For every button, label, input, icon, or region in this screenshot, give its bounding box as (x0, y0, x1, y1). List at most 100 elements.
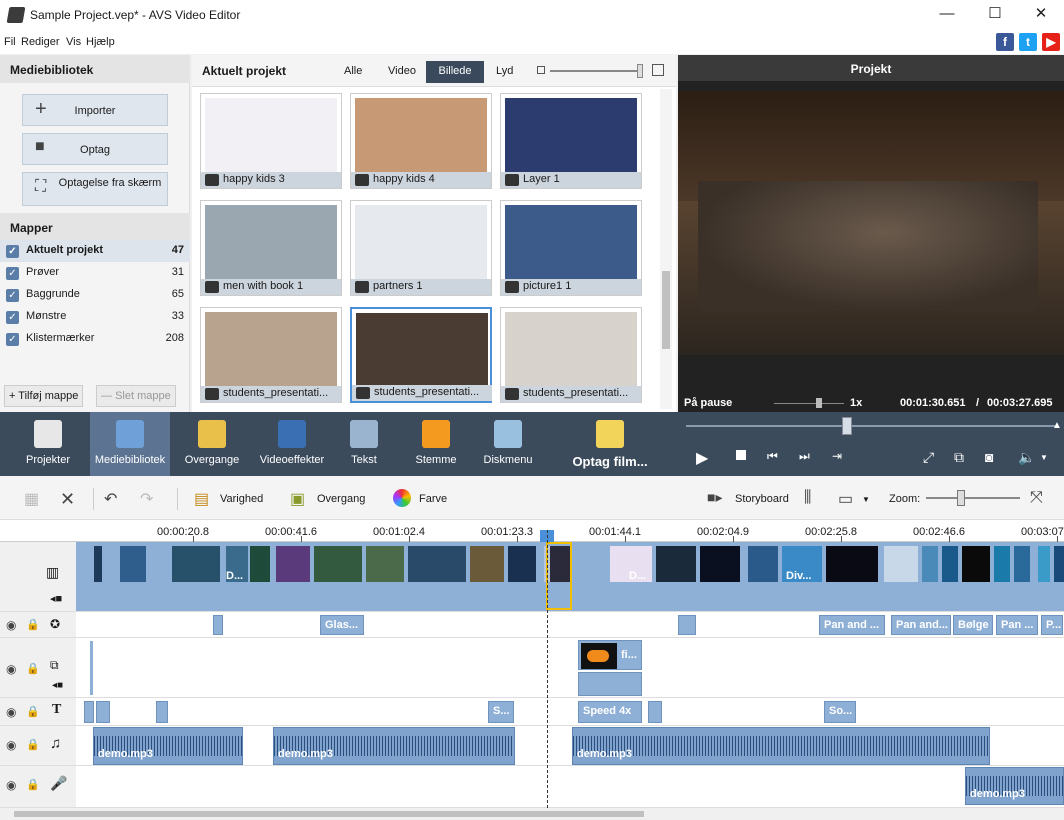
effect-clip[interactable]: Glas... (320, 615, 364, 635)
aspect-ratio-icon[interactable]: ▭ (838, 489, 853, 509)
lock-icon[interactable]: 🔒 (26, 705, 40, 718)
youtube-icon[interactable]: ▶ (1042, 33, 1060, 51)
effect-clip[interactable] (678, 615, 696, 635)
timeline-scrollbar[interactable] (0, 808, 1064, 820)
speed-slider-handle[interactable] (816, 398, 822, 408)
video-clip-thumbnail[interactable] (994, 546, 1010, 582)
large-thumb-icon[interactable] (652, 64, 664, 76)
duration-icon[interactable]: ▤ (194, 489, 209, 509)
twitter-icon[interactable]: t (1019, 33, 1037, 51)
stop-icon[interactable] (736, 450, 746, 460)
media-thumbnail[interactable]: partners 1 (350, 200, 492, 296)
eye-icon[interactable]: ◉ (6, 738, 16, 752)
redo-icon[interactable]: ↷ (140, 489, 153, 509)
expand-arrow-icon[interactable]: ▲ (1052, 420, 1062, 431)
seek-handle[interactable] (842, 417, 852, 435)
tool-videoeffekter[interactable]: Videoeffekter (252, 412, 332, 476)
folder-aktuelt-projekt[interactable]: ✓ Aktuelt projekt 47 (0, 240, 190, 262)
text-clip[interactable] (84, 701, 94, 723)
video-clip-thumbnail[interactable] (1038, 546, 1050, 582)
effect-clip[interactable]: Pan ... (996, 615, 1038, 635)
eye-icon[interactable]: ◉ (6, 778, 16, 792)
video-clip-thumbnail[interactable] (962, 546, 990, 582)
video-clip-thumbnail[interactable] (1014, 546, 1030, 582)
record-button[interactable]: ■ Optag (22, 133, 168, 165)
tab-video[interactable]: Video (380, 61, 424, 83)
volume-icon[interactable]: 🔈 (1018, 449, 1035, 466)
media-thumbnail[interactable]: students_presentati... (350, 307, 492, 403)
audio-clip[interactable]: demo.mp3 (273, 727, 515, 765)
menu-hjaelp[interactable]: Hjælp (86, 36, 115, 48)
tool-optag-film[interactable]: Optag film... (560, 412, 660, 476)
duration-button[interactable]: Varighed (220, 493, 263, 505)
media-thumbnail[interactable]: picture1 1 (500, 200, 642, 296)
media-thumbnail[interactable]: Layer 1 (500, 93, 642, 189)
transition-icon[interactable]: ▣ (290, 489, 305, 509)
media-thumbnail[interactable]: happy kids 4 (350, 93, 492, 189)
text-clip[interactable] (648, 701, 662, 723)
speed-slider[interactable] (774, 403, 844, 404)
video-clip-thumbnail[interactable] (942, 546, 958, 582)
effect-clip[interactable]: Bølge (953, 615, 993, 635)
video-clip-thumbnail[interactable] (508, 546, 536, 582)
tool-projekter[interactable]: Projekter (8, 412, 88, 476)
tab-billede[interactable]: Billede (426, 61, 484, 83)
text-clip[interactable]: Speed 4x (578, 701, 642, 723)
undo-icon[interactable]: ↶ (104, 489, 117, 509)
media-scrollbar[interactable] (660, 89, 672, 409)
aspect-chevron-icon[interactable]: ▼ (862, 495, 870, 504)
effect-clip[interactable] (213, 615, 223, 635)
split-icon[interactable]: ▦ (24, 489, 39, 509)
tool-diskmenu[interactable]: Diskmenu (468, 412, 548, 476)
video-clip-thumbnail[interactable] (250, 546, 270, 582)
effect-clip[interactable]: Pan and... (891, 615, 951, 635)
video-clip-thumbnail[interactable] (884, 546, 918, 582)
lock-icon[interactable]: 🔒 (26, 618, 40, 631)
thumb-size-slider[interactable] (550, 70, 642, 72)
effects-track[interactable]: Glas... Pan and ... Pan and... Bølge Pan… (76, 612, 1064, 638)
next-frame-icon[interactable]: ⏭ (799, 449, 810, 464)
video-clip-thumbnail[interactable] (120, 546, 146, 582)
video-clip-thumbnail[interactable] (314, 546, 362, 582)
preview-video-frame[interactable] (678, 91, 1064, 355)
video-clip-thumbnail[interactable] (1054, 546, 1064, 582)
music-track[interactable]: demo.mp3 demo.mp3 demo.mp3 (76, 726, 1064, 766)
lock-icon[interactable]: 🔒 (26, 738, 40, 751)
lock-icon[interactable]: 🔒 (26, 662, 40, 675)
audio-clip[interactable]: demo.mp3 (572, 727, 990, 765)
snapshot-icon[interactable]: ◙ (985, 449, 993, 465)
storyboard-button[interactable]: Storyboard (735, 493, 789, 505)
tool-mediebibliotek[interactable]: Mediebibliotek (90, 412, 170, 476)
zoom-fit-icon[interactable]: ⤧ (1030, 489, 1043, 507)
media-thumbnail[interactable]: happy kids 3 (200, 93, 342, 189)
video-clip-thumbnail[interactable] (94, 546, 102, 582)
detach-preview-icon[interactable]: ⧉ (954, 449, 964, 466)
text-clip[interactable] (156, 701, 168, 723)
overlay-mute-icon[interactable]: ◂■ (52, 680, 63, 691)
media-thumbnail[interactable]: men with book 1 (200, 200, 342, 296)
video-clip-thumbnail[interactable] (276, 546, 310, 582)
folder-monstre[interactable]: ✓ Mønstre 33 (0, 306, 190, 328)
video-clip-thumbnail[interactable] (408, 546, 466, 582)
media-scroll-thumb[interactable] (662, 271, 670, 349)
menu-fil[interactable]: Fil (4, 36, 16, 48)
eye-icon[interactable]: ◉ (6, 705, 16, 719)
eye-icon[interactable]: ◉ (6, 662, 16, 676)
video-track[interactable]: D... D... Div... (76, 542, 1064, 612)
facebook-icon[interactable]: f (996, 33, 1014, 51)
tool-overgange[interactable]: Overgange (172, 412, 252, 476)
import-button[interactable]: + Importer (22, 94, 168, 126)
menu-rediger[interactable]: Rediger (21, 36, 60, 48)
text-track[interactable]: S... Speed 4x So... (76, 698, 1064, 726)
selected-transition[interactable] (546, 542, 572, 610)
overlay-audio-clip[interactable] (578, 672, 642, 696)
go-to-marker-icon[interactable]: ⇥ (832, 449, 842, 463)
voice-track[interactable]: demo.mp3 (76, 766, 1064, 808)
maximize-button[interactable]: ☐ (972, 0, 1018, 30)
folder-klistermaerker[interactable]: ✓ Klistermærker 208 (0, 328, 190, 350)
audio-mute-icon[interactable]: ◂■ (50, 592, 62, 605)
color-button[interactable]: Farve (419, 493, 447, 505)
media-thumbnail[interactable]: students_presentati... (200, 307, 342, 403)
overlay-track[interactable]: fi... (76, 638, 1064, 698)
small-thumb-icon[interactable] (537, 66, 545, 74)
